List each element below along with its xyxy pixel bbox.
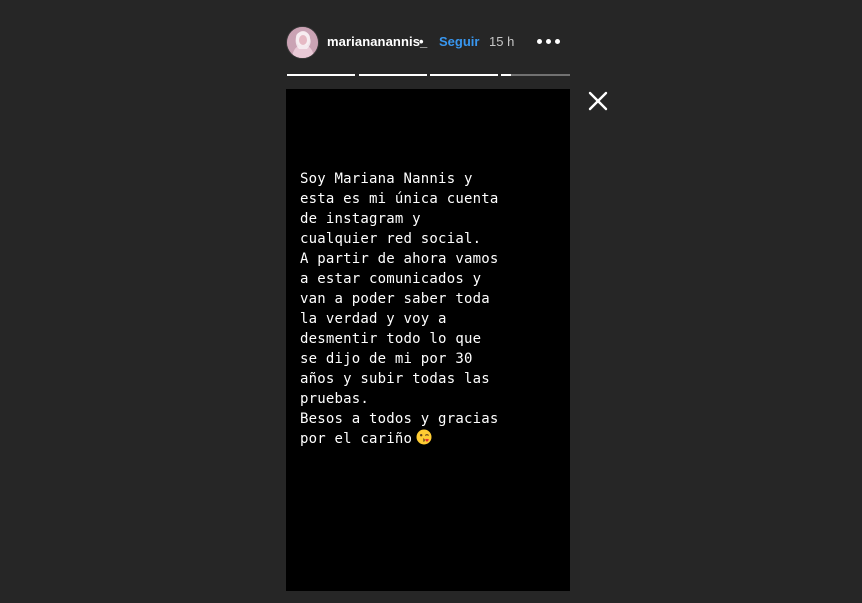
progress-segment (359, 74, 427, 76)
story-text-line: Soy Mariana Nannis y (300, 171, 473, 187)
more-options-icon[interactable] (537, 39, 561, 45)
story-text-line: de instagram y (300, 211, 421, 227)
kissing-face-wink-emoji (416, 429, 432, 445)
story-text-line: A partir de ahora vamos (300, 251, 499, 267)
header-separator: • (419, 34, 424, 49)
story-progress-bar (287, 74, 570, 76)
story-text-line: la verdad y voy a (300, 311, 447, 327)
progress-segment (501, 74, 570, 76)
story-text: Soy Mariana Nannis y esta es mi única cu… (300, 169, 562, 449)
story-header: mariananannis_ • Seguir 15 h (287, 26, 572, 60)
story-text-line: pruebas. (300, 391, 370, 407)
story-content[interactable]: Soy Mariana Nannis y esta es mi única cu… (286, 89, 570, 591)
story-text-line: desmentir todo lo que (300, 331, 482, 347)
progress-segment (287, 74, 355, 76)
close-icon[interactable] (587, 90, 609, 112)
story-text-line: años y subir todas las (300, 371, 490, 387)
follow-button[interactable]: Seguir (439, 34, 479, 49)
story-text-line: por el cariño (300, 431, 413, 447)
story-text-line: se dijo de mi por 30 (300, 351, 473, 367)
story-text-line: a estar comunicados y (300, 271, 482, 287)
progress-segment (430, 74, 498, 76)
avatar-image (287, 27, 318, 58)
story-text-line: cualquier red social. (300, 231, 482, 247)
username-link[interactable]: mariananannis_ (327, 34, 427, 49)
story-text-line: esta es mi única cuenta (300, 191, 499, 207)
story-text-line: van a poder saber toda (300, 291, 490, 307)
story-timestamp: 15 h (489, 34, 515, 49)
avatar[interactable] (287, 27, 318, 58)
story-text-line: Besos a todos y gracias (300, 411, 499, 427)
